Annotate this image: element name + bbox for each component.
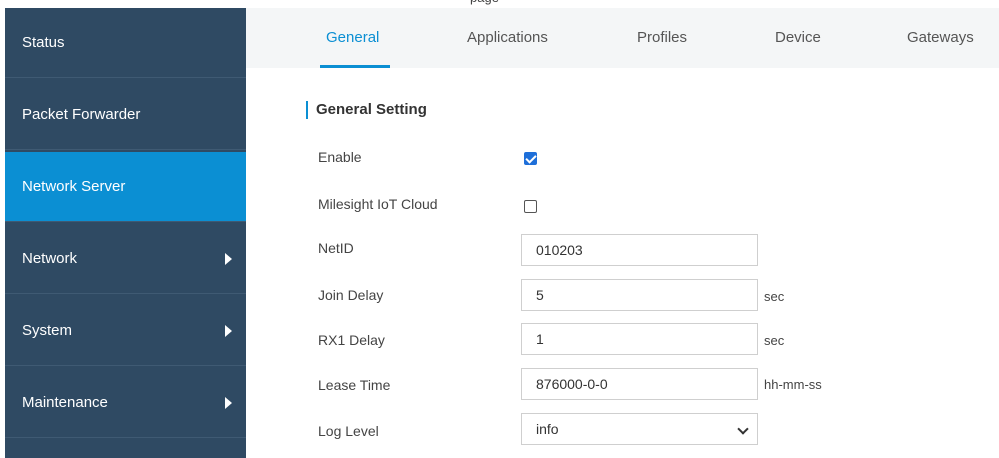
- top-strip: [246, 0, 999, 8]
- sidebar-item-network-server[interactable]: Network Server: [5, 152, 246, 222]
- log-level-select[interactable]: info: [521, 413, 758, 445]
- sidebar-item-label: System: [22, 322, 73, 339]
- rx1-delay-label: RX1 Delay: [318, 332, 385, 348]
- sidebar-item-network[interactable]: Network: [5, 224, 246, 294]
- join-delay-unit: sec: [764, 289, 785, 304]
- sidebar-item-system[interactable]: System: [5, 296, 246, 366]
- chevron-right-icon: [225, 397, 232, 409]
- sidebar-item-label: Packet Forwarder: [22, 106, 141, 123]
- netid-input[interactable]: 010203: [521, 234, 758, 266]
- chevron-right-icon: [225, 325, 232, 337]
- join-delay-label: Join Delay: [318, 287, 384, 303]
- lease-time-input[interactable]: 876000-0-0: [521, 368, 758, 400]
- chevron-down-icon: [737, 423, 749, 435]
- rx1-delay-unit: sec: [764, 333, 785, 348]
- active-tab-indicator: [320, 65, 390, 68]
- sidebar-item-packet-forwarder[interactable]: Packet Forwarder: [5, 80, 246, 150]
- enable-checkbox[interactable]: [524, 152, 537, 165]
- sidebar-item-maintenance[interactable]: Maintenance: [5, 368, 246, 438]
- chevron-right-icon: [225, 253, 232, 265]
- netid-label: NetID: [318, 240, 354, 256]
- lease-time-unit: hh-mm-ss: [764, 377, 822, 392]
- tab-general[interactable]: General: [326, 8, 379, 68]
- tab-gateways[interactable]: Gateways: [907, 8, 974, 68]
- sidebar-item-label: Network Server: [22, 178, 126, 195]
- section-title: General Setting: [306, 101, 427, 119]
- cut-off-heading: page: [470, 0, 499, 5]
- sidebar: Status Packet Forwarder Network Server N…: [5, 8, 246, 458]
- sidebar-item-status[interactable]: Status: [5, 8, 246, 78]
- tab-profiles[interactable]: Profiles: [637, 8, 687, 68]
- tab-bar: General Applications Profiles Device Gat…: [246, 8, 999, 68]
- join-delay-input[interactable]: 5: [521, 279, 758, 311]
- sidebar-item-label: Maintenance: [22, 394, 108, 411]
- log-level-value: info: [536, 421, 559, 437]
- sidebar-item-label: Status: [22, 34, 65, 51]
- log-level-label: Log Level: [318, 423, 379, 439]
- sidebar-item-label: Network: [22, 250, 78, 267]
- milesight-cloud-checkbox[interactable]: [524, 200, 537, 213]
- milesight-cloud-label: Milesight IoT Cloud: [318, 196, 438, 212]
- enable-label: Enable: [318, 149, 362, 165]
- rx1-delay-input[interactable]: 1: [521, 323, 758, 355]
- tab-applications[interactable]: Applications: [467, 8, 548, 68]
- tab-device[interactable]: Device: [775, 8, 821, 68]
- lease-time-label: Lease Time: [318, 377, 391, 393]
